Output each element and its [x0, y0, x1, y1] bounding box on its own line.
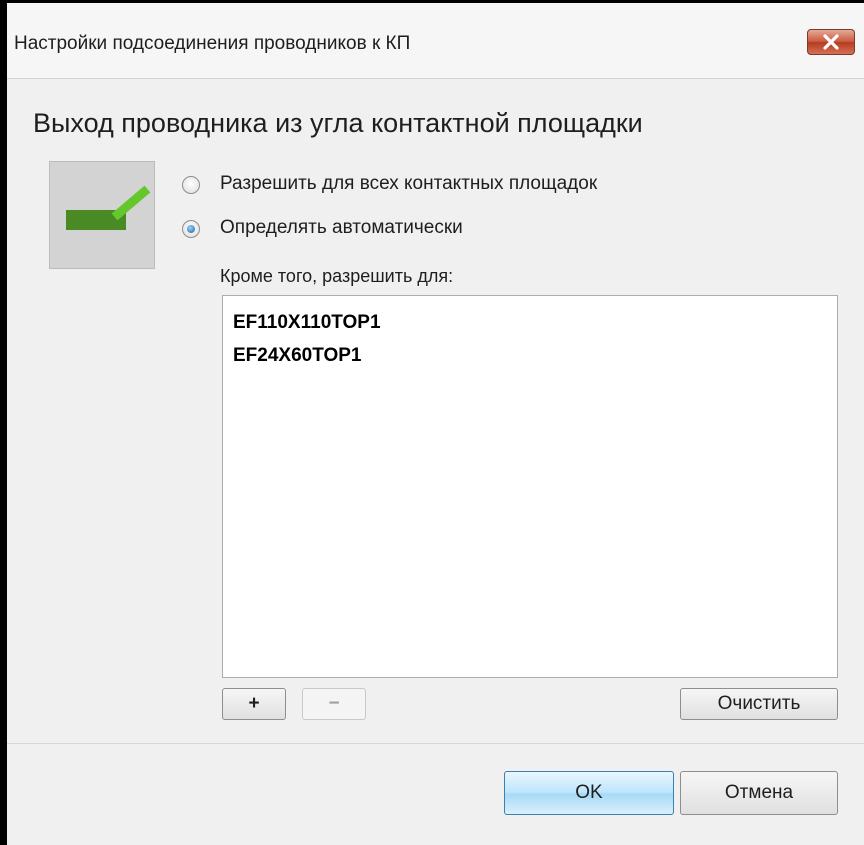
footer-separator	[7, 743, 864, 744]
radio-allow-all-label: Разрешить для всех контактных площадок	[220, 173, 598, 194]
exceptions-list[interactable]: EF110X110TOP1 EF24X60TOP1	[222, 295, 838, 678]
ok-button[interactable]: OK	[504, 771, 674, 815]
radio-auto-indicator[interactable]	[182, 220, 200, 238]
exceptions-label: Кроме того, разрешить для:	[220, 266, 454, 286]
settings-dialog: Настройки подсоединения проводников к КП…	[7, 3, 864, 845]
add-button[interactable]: +	[222, 688, 286, 720]
window-title: Настройки подсоединения проводников к КП	[14, 33, 411, 54]
close-icon	[823, 34, 839, 50]
cancel-button[interactable]: Отмена	[680, 771, 838, 815]
list-item[interactable]: EF24X60TOP1	[233, 345, 362, 367]
section-heading: Выход проводника из угла контактной площ…	[33, 108, 643, 138]
pad-angle-trace-icon	[66, 185, 151, 230]
remove-button[interactable]: −	[302, 688, 366, 720]
radio-auto-label: Определять автоматически	[220, 217, 463, 238]
clear-button[interactable]: Очистить	[680, 688, 838, 720]
close-button[interactable]	[807, 29, 855, 55]
list-item[interactable]: EF110X110TOP1	[233, 312, 381, 334]
radio-allow-all-indicator[interactable]	[182, 176, 200, 194]
window-border-left	[0, 0, 7, 845]
title-bar[interactable]: Настройки подсоединения проводников к КП	[7, 3, 864, 79]
preview-image	[49, 161, 155, 269]
